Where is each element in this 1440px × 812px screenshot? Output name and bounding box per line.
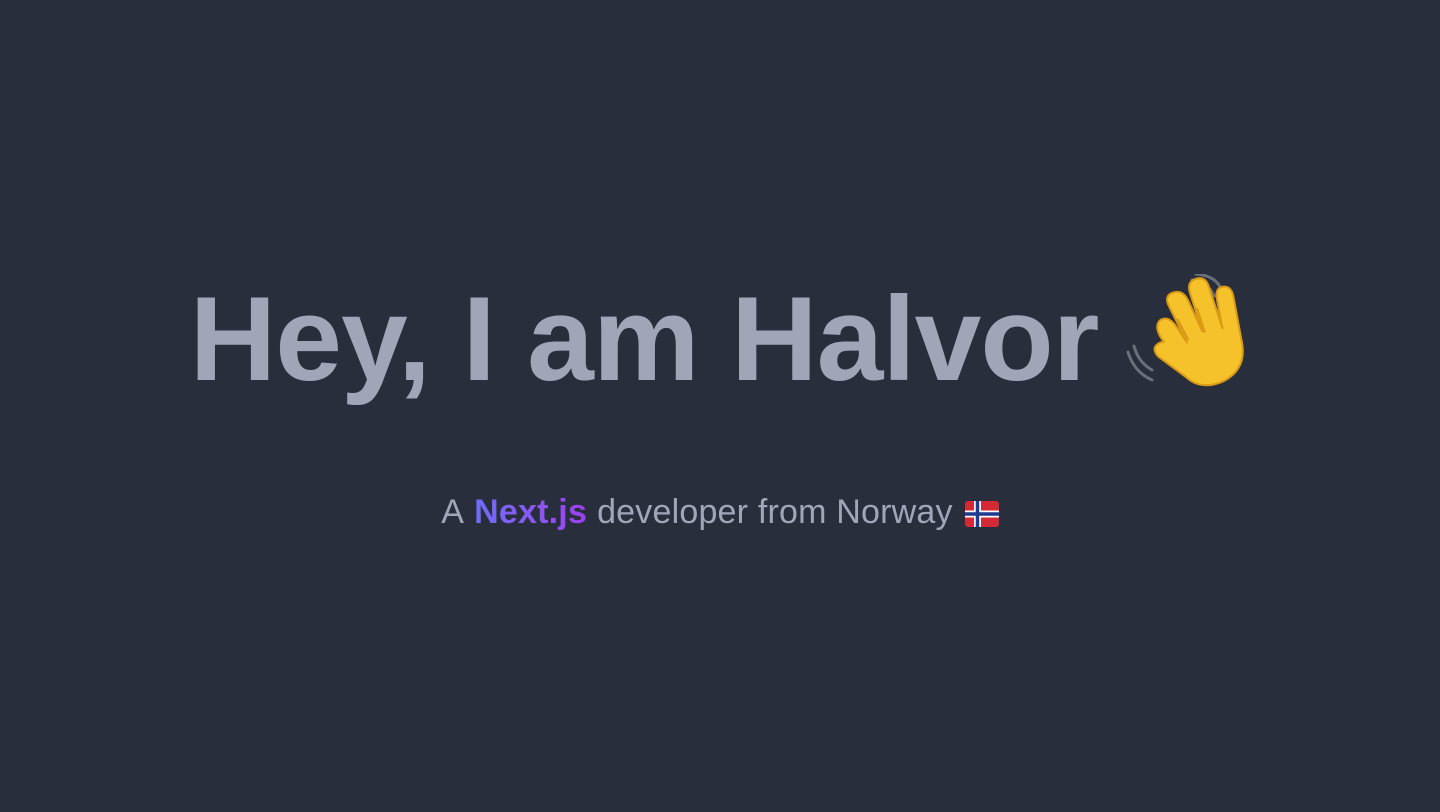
- subtitle: A Next.js developer from Norway: [441, 492, 999, 532]
- hero-title-text: Hey, I am Halvor: [189, 271, 1100, 406]
- waving-hand-icon: [1126, 272, 1250, 392]
- nextjs-highlight: Next.js: [474, 492, 588, 531]
- landing-page: Hey, I am Halvor A Next.js developer fro…: [0, 0, 1440, 812]
- hero-title: Hey, I am Halvor: [189, 271, 1251, 406]
- subtitle-suffix: developer from Norway: [597, 492, 953, 531]
- subtitle-prefix: A: [441, 492, 465, 531]
- norway-flag-icon: [964, 497, 999, 527]
